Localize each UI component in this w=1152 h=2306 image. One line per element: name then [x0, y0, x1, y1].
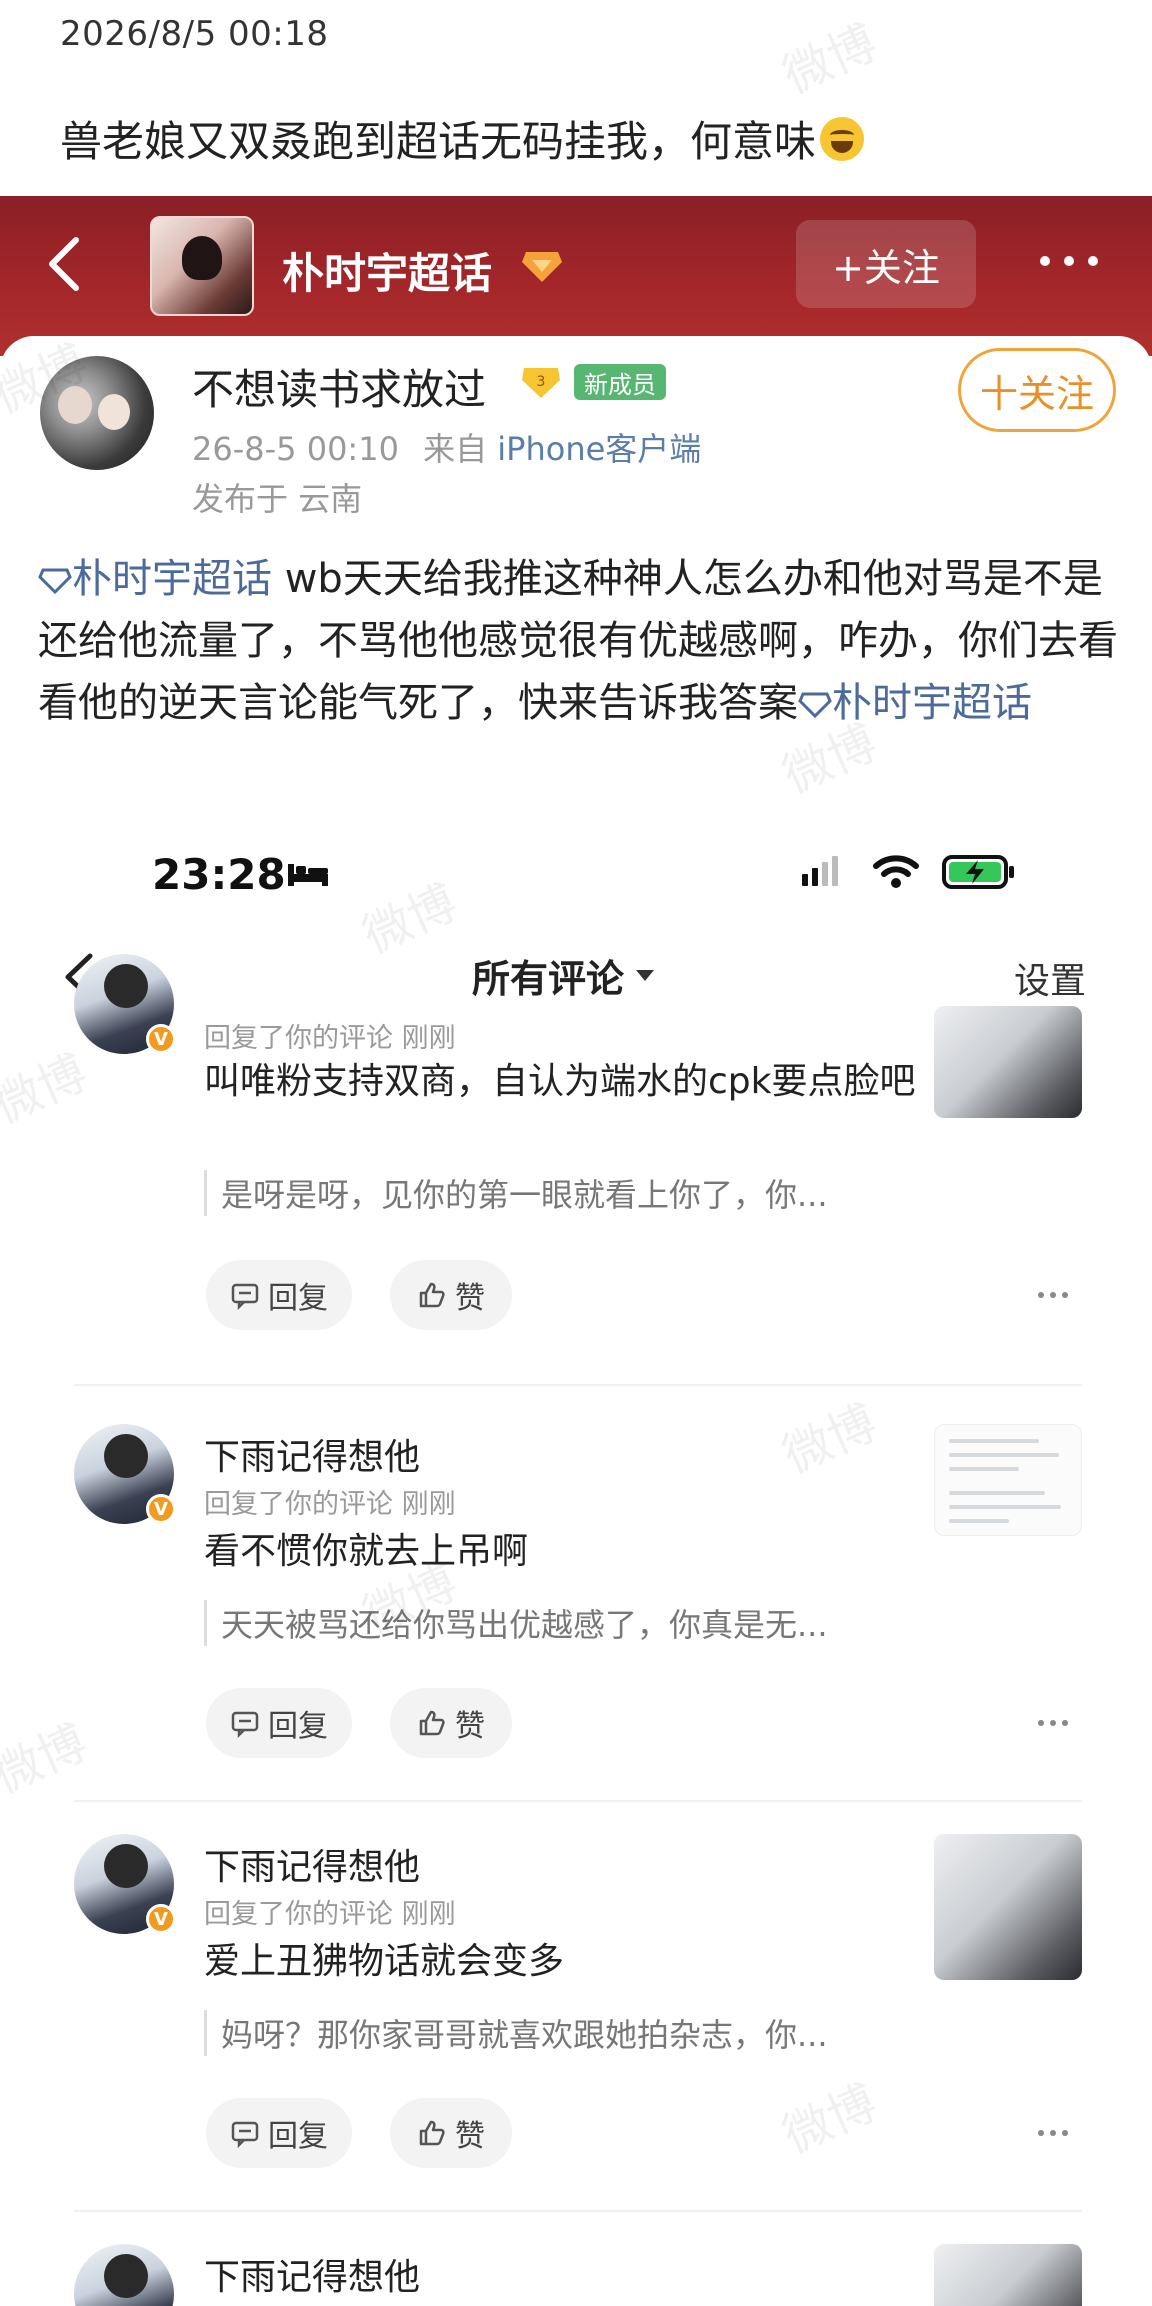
svg-text:3: 3: [537, 374, 546, 390]
reply-button[interactable]: 回复: [206, 2098, 352, 2168]
reply-icon: [231, 1283, 259, 1310]
post-time: 26-8-5 00:10: [192, 430, 399, 468]
comment-avatar[interactable]: [74, 2244, 174, 2306]
like-button[interactable]: 赞: [390, 1260, 512, 1330]
comment-quote: 天天被骂还给你骂出优越感了，你真是无...: [204, 1600, 828, 1646]
post-source-prefix: 来自: [423, 430, 488, 468]
comment-divider: [74, 2210, 1082, 2212]
battery-charging-icon: [942, 855, 1014, 889]
comment-thumbnail[interactable]: [934, 2244, 1082, 2306]
super-topic-diamond-icon: [522, 252, 562, 282]
comment-author[interactable]: 下雨记得想他: [204, 1838, 420, 1890]
comment-item: V 下雨记得想他 回复了你的评论 刚刚 爱上丑狒物话就会变多 妈呀？那你家哥哥就…: [0, 1834, 1152, 2174]
back-arrow-icon[interactable]: [42, 234, 88, 294]
verified-badge-icon: V: [146, 1904, 176, 1934]
comment-thumbnail[interactable]: [934, 1834, 1082, 1980]
topic-diamond-icon: [38, 568, 72, 595]
comment-quote: 是呀是呀，见你的第一眼就看上你了，你...: [204, 1170, 828, 1216]
caption-timestamp: 2026/8/5 00:18: [60, 14, 329, 54]
comment-item: V 下雨记得想他 回复了你的评论 刚刚 看不惯你就去上吊啊 天天被骂还给你骂出优…: [0, 1424, 1152, 1764]
comment-divider: [74, 1800, 1082, 1802]
topic-tag-link[interactable]: 朴时宇超话: [38, 556, 272, 602]
post-location: 发布于 云南: [192, 480, 363, 518]
user-name[interactable]: 不想读书求放过: [192, 356, 486, 417]
topic-title[interactable]: 朴时宇超话: [282, 240, 492, 301]
comment-more-icon[interactable]: [1038, 1292, 1068, 1298]
comment-thumbnail[interactable]: [934, 1424, 1082, 1536]
reply-icon: [231, 2121, 259, 2148]
comment-meta: 回复了你的评论 刚刚: [204, 1899, 456, 1930]
new-member-badge: 新成员: [574, 364, 666, 400]
follow-topic-button[interactable]: +关注: [796, 220, 976, 308]
comment-quote: 妈呀？那你家哥哥就喜欢跟她拍杂志，你...: [204, 2010, 828, 2056]
follow-user-button[interactable]: 十关注: [958, 348, 1116, 432]
comment-more-icon[interactable]: [1038, 2130, 1068, 2136]
member-badge-icon: 3: [522, 368, 560, 398]
reply-button[interactable]: 回复: [206, 1688, 352, 1758]
post-card: 不想读书求放过 3 新成员 十关注 26-8-5 00:10 来自 iPhone…: [0, 336, 1152, 2306]
comment-meta: 回复了你的评论 刚刚: [204, 1023, 456, 1054]
watermark: 微博: [774, 14, 886, 105]
status-time: 23:28: [152, 850, 286, 899]
laughing-tears-emoji-icon: [820, 116, 865, 161]
comments-settings-link[interactable]: 设置: [1014, 952, 1086, 1004]
comment-text: 叫唯粉支持双商，自认为端水的cpk要点脸吧: [204, 1061, 916, 1102]
comment-author[interactable]: 下雨记得想他: [204, 2248, 420, 2300]
embedded-screenshot[interactable]: 23:28 所有评论 设置 V 回复了你的评论 刚刚 叫唯粉支持双商，自认为端水…: [0, 814, 1152, 2306]
caption-text-row: 兽老娘又双叒跑到超话无码挂我，何意味: [60, 108, 865, 169]
thumbs-up-icon: [419, 2120, 445, 2146]
comment-item: 下雨记得想他: [0, 2244, 1152, 2306]
topic-diamond-icon: [798, 692, 832, 719]
comment-thumbnail[interactable]: [934, 1006, 1082, 1118]
comment-text: 看不惯你就去上吊啊: [204, 1531, 529, 1572]
more-options-icon[interactable]: [1040, 256, 1098, 266]
comments-title: 所有评论: [472, 957, 625, 1001]
topic-tag-link-end[interactable]: 朴时宇超话: [798, 680, 1032, 726]
comment-author[interactable]: 下雨记得想他: [204, 1428, 420, 1480]
wifi-icon: [873, 855, 919, 888]
like-button[interactable]: 赞: [390, 1688, 512, 1758]
caption-text: 兽老娘又双叒跑到超话无码挂我，何意味: [60, 117, 817, 166]
comment-divider: [74, 1384, 1082, 1386]
like-button[interactable]: 赞: [390, 2098, 512, 2168]
verified-badge-icon: V: [146, 1024, 176, 1054]
user-avatar[interactable]: [40, 356, 154, 470]
post-source[interactable]: iPhone客户端: [497, 430, 701, 468]
comment-item: V 回复了你的评论 刚刚 叫唯粉支持双商，自认为端水的cpk要点脸吧 是呀是呀，…: [0, 954, 1152, 1344]
comment-more-icon[interactable]: [1038, 1720, 1068, 1726]
chevron-down-icon: [636, 970, 655, 981]
thumbs-up-icon: [419, 1282, 445, 1308]
signal-icon: [802, 856, 838, 886]
comment-meta: 回复了你的评论 刚刚: [204, 1489, 456, 1520]
reply-button[interactable]: 回复: [206, 1260, 352, 1330]
sleep-bed-icon: [288, 864, 328, 886]
thumbs-up-icon: [419, 1710, 445, 1736]
post-meta: 26-8-5 00:10 来自 iPhone客户端: [192, 424, 701, 470]
topic-header: 朴时宇超话 +关注: [0, 196, 1152, 356]
topic-avatar[interactable]: [150, 216, 254, 316]
comments-filter-dropdown[interactable]: 所有评论: [472, 948, 655, 1003]
comment-text: 爱上丑狒物话就会变多: [204, 1941, 565, 1982]
post-body: 朴时宇超话 wb天天给我推这种神人怎么办和他对骂是不是还给他流量了，不骂他他感觉…: [38, 548, 1118, 734]
verified-badge-icon: V: [146, 1494, 176, 1524]
reply-icon: [231, 1711, 259, 1738]
